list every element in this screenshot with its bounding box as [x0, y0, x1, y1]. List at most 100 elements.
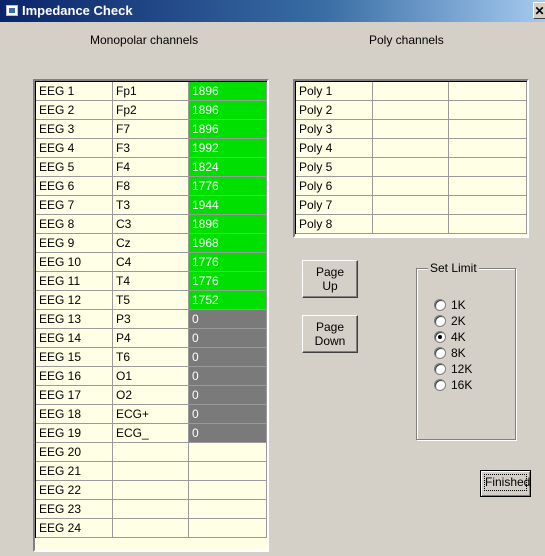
monopolar-grid[interactable]: EEG 1 Fp1 1896 EEG 2 Fp2 1896 EEG 3 F7 1896 EEG 4…: [33, 79, 269, 552]
monopolar-row[interactable]: EEG 12 T5 1752: [36, 291, 267, 310]
poly-channel-cell: Poly 5: [296, 158, 373, 177]
electrode-cell: O2: [113, 386, 189, 405]
limit-option-label: 8K: [451, 346, 466, 360]
poly-channel-cell: Poly 2: [296, 101, 373, 120]
limit-option-2k[interactable]: 2K: [434, 313, 466, 329]
set-limit-group: Set Limit 1K 2K 4K 8K 12K 16K: [416, 261, 516, 440]
poly-row[interactable]: Poly 4: [296, 139, 527, 158]
electrode-cell: F8: [113, 177, 189, 196]
poly-value-cell: [449, 82, 527, 101]
monopolar-row[interactable]: EEG 7 T3 1944: [36, 196, 267, 215]
impedance-value-cell: 1896: [189, 82, 267, 101]
channel-name-cell: EEG 18: [36, 405, 113, 424]
poly-row[interactable]: Poly 1: [296, 82, 527, 101]
limit-option-4k[interactable]: 4K: [434, 329, 466, 345]
limit-option-16k[interactable]: 16K: [434, 377, 472, 393]
close-icon[interactable]: ✕: [533, 2, 545, 19]
page-up-line2: Up: [322, 279, 338, 293]
poly-value-cell: [449, 177, 527, 196]
radio-button-icon[interactable]: [434, 379, 446, 391]
poly-grid[interactable]: Poly 1 Poly 2 Poly 3 Poly 4 Poly 5 Poly 6 Poly…: [293, 79, 529, 238]
channel-name-cell: EEG 9: [36, 234, 113, 253]
monopolar-row[interactable]: EEG 16 O1 0: [36, 367, 267, 386]
limit-option-label: 2K: [451, 314, 466, 328]
poly-channel-cell: Poly 7: [296, 196, 373, 215]
electrode-cell: [113, 443, 189, 462]
finished-label: Finished: [484, 474, 531, 491]
limit-option-label: 12K: [451, 362, 473, 376]
channel-name-cell: EEG 21: [36, 462, 113, 481]
monopolar-row[interactable]: EEG 22: [36, 481, 267, 500]
monopolar-row[interactable]: EEG 6 F8 1776: [36, 177, 267, 196]
radio-button-icon[interactable]: [434, 299, 446, 311]
monopolar-row[interactable]: EEG 21: [36, 462, 267, 481]
monopolar-row[interactable]: EEG 5 F4 1824: [36, 158, 267, 177]
monopolar-grid-body: EEG 1 Fp1 1896 EEG 2 Fp2 1896 EEG 3 F7 1896 EEG 4…: [35, 81, 267, 538]
monopolar-row[interactable]: EEG 19 ECG_ 0: [36, 424, 267, 443]
monopolar-row[interactable]: EEG 15 T6 0: [36, 348, 267, 367]
impedance-check-window: Impedance Check ✕ Monopolar channels Pol…: [0, 0, 545, 556]
monopolar-row[interactable]: EEG 13 P3 0: [36, 310, 267, 329]
poly-row[interactable]: Poly 6: [296, 177, 527, 196]
monopolar-row[interactable]: EEG 9 Cz 1968: [36, 234, 267, 253]
monopolar-row[interactable]: EEG 24: [36, 519, 267, 538]
electrode-cell: F3: [113, 139, 189, 158]
poly-electrode-cell: [373, 196, 449, 215]
page-down-button[interactable]: Page Down: [302, 315, 358, 353]
electrode-cell: T4: [113, 272, 189, 291]
monopolar-row[interactable]: EEG 20: [36, 443, 267, 462]
page-up-line1: Page: [315, 265, 345, 279]
monopolar-row[interactable]: EEG 3 F7 1896: [36, 120, 267, 139]
electrode-cell: [113, 462, 189, 481]
limit-option-label: 4K: [451, 330, 466, 344]
monopolar-row[interactable]: EEG 1 Fp1 1896: [36, 82, 267, 101]
monopolar-row[interactable]: EEG 17 O2 0: [36, 386, 267, 405]
poly-value-cell: [449, 196, 527, 215]
page-up-button[interactable]: Page Up: [302, 260, 358, 298]
radio-button-icon[interactable]: [434, 363, 446, 375]
radio-button-icon[interactable]: [434, 331, 446, 343]
electrode-cell: ECG+: [113, 405, 189, 424]
poly-row[interactable]: Poly 7: [296, 196, 527, 215]
poly-channel-cell: Poly 1: [296, 82, 373, 101]
page-down-line2: Down: [314, 334, 346, 348]
monopolar-row[interactable]: EEG 14 P4 0: [36, 329, 267, 348]
channel-name-cell: EEG 5: [36, 158, 113, 177]
channel-name-cell: EEG 1: [36, 82, 113, 101]
radio-button-icon[interactable]: [434, 347, 446, 359]
monopolar-row[interactable]: EEG 4 F3 1992: [36, 139, 267, 158]
electrode-cell: T6: [113, 348, 189, 367]
radio-button-icon[interactable]: [434, 315, 446, 327]
page-down-line1: Page: [315, 320, 345, 334]
poly-row[interactable]: Poly 3: [296, 120, 527, 139]
monopolar-label: Monopolar channels: [90, 33, 199, 47]
impedance-value-cell: 0: [189, 367, 267, 386]
poly-row[interactable]: Poly 8: [296, 215, 527, 234]
app-icon: [6, 5, 18, 16]
title-bar[interactable]: Impedance Check ✕: [0, 0, 545, 22]
monopolar-row[interactable]: EEG 2 Fp2 1896: [36, 101, 267, 120]
electrode-cell: P3: [113, 310, 189, 329]
channel-name-cell: EEG 17: [36, 386, 113, 405]
limit-option-12k[interactable]: 12K: [434, 361, 472, 377]
limit-option-8k[interactable]: 8K: [434, 345, 466, 361]
finished-button[interactable]: Finished: [480, 470, 531, 497]
monopolar-row[interactable]: EEG 23: [36, 500, 267, 519]
impedance-value-cell: 0: [189, 386, 267, 405]
poly-row[interactable]: Poly 5: [296, 158, 527, 177]
limit-option-1k[interactable]: 1K: [434, 297, 466, 313]
monopolar-row[interactable]: EEG 11 T4 1776: [36, 272, 267, 291]
channel-name-cell: EEG 14: [36, 329, 113, 348]
poly-electrode-cell: [373, 101, 449, 120]
electrode-cell: F4: [113, 158, 189, 177]
monopolar-row[interactable]: EEG 8 C3 1896: [36, 215, 267, 234]
impedance-value-cell: 1968: [189, 234, 267, 253]
electrode-cell: T3: [113, 196, 189, 215]
impedance-value-cell: 1896: [189, 215, 267, 234]
poly-row[interactable]: Poly 2: [296, 101, 527, 120]
channel-name-cell: EEG 6: [36, 177, 113, 196]
monopolar-row[interactable]: EEG 18 ECG+ 0: [36, 405, 267, 424]
monopolar-row[interactable]: EEG 10 C4 1776: [36, 253, 267, 272]
electrode-cell: T5: [113, 291, 189, 310]
channel-name-cell: EEG 12: [36, 291, 113, 310]
